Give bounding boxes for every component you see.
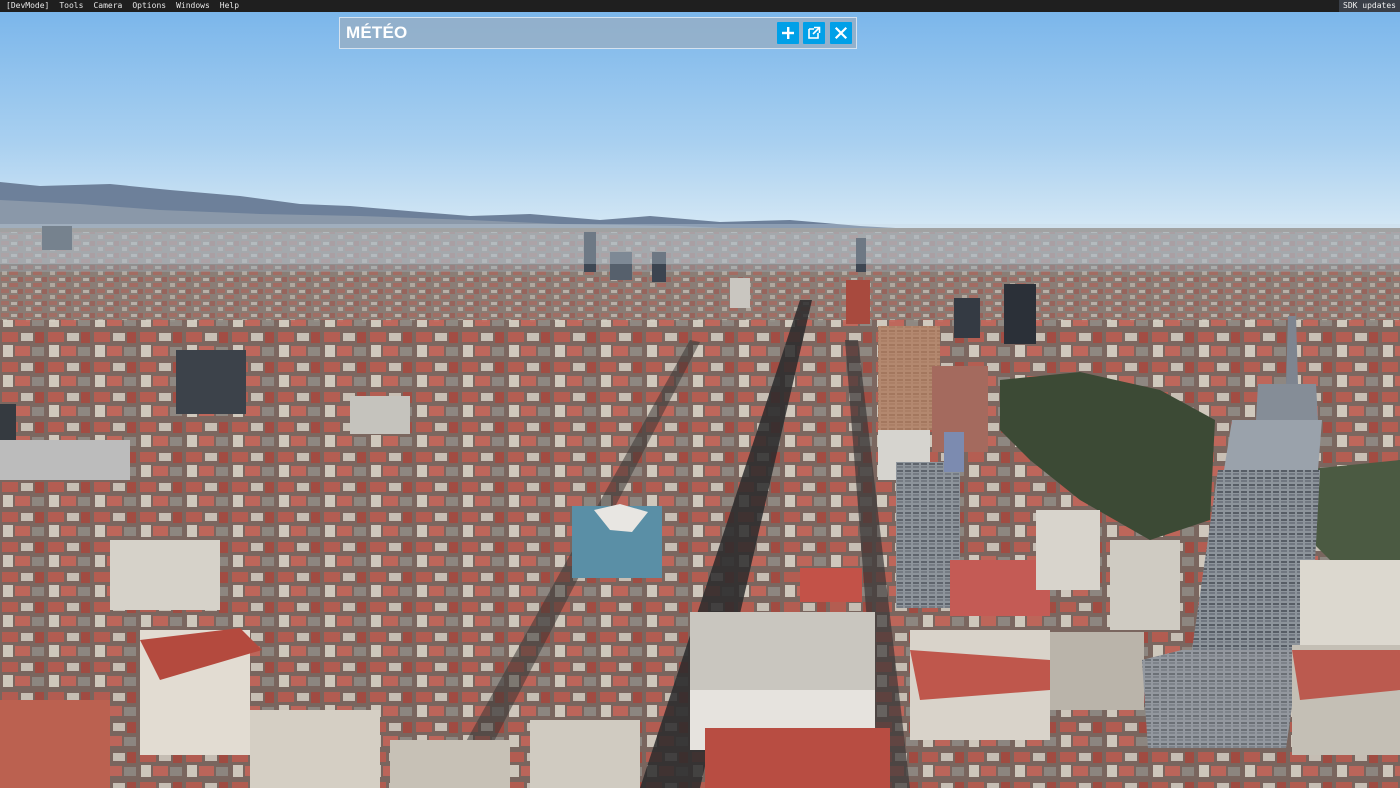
- flight-sim-viewport[interactable]: [0, 0, 1400, 788]
- external-window-icon: [808, 26, 821, 39]
- sdk-updates-button[interactable]: SDK updates: [1339, 0, 1400, 12]
- menu-options[interactable]: Options: [127, 0, 171, 12]
- menu-camera[interactable]: Camera: [88, 0, 127, 12]
- menu-devmode[interactable]: [DevMode]: [0, 0, 54, 12]
- menu-help[interactable]: Help: [215, 0, 244, 12]
- plus-icon: [782, 27, 794, 39]
- close-icon: [834, 26, 848, 40]
- popout-button[interactable]: [803, 22, 825, 44]
- menu-windows[interactable]: Windows: [171, 0, 215, 12]
- devmode-menu-bar: [DevMode] Tools Camera Options Windows H…: [0, 0, 1400, 12]
- menu-tools[interactable]: Tools: [54, 0, 88, 12]
- close-button[interactable]: [830, 22, 852, 44]
- aerial-city-scene: [0, 0, 1400, 788]
- add-button[interactable]: [777, 22, 799, 44]
- panel-title: MÉTÉO: [346, 23, 408, 42]
- weather-panel[interactable]: MÉTÉO: [339, 17, 857, 49]
